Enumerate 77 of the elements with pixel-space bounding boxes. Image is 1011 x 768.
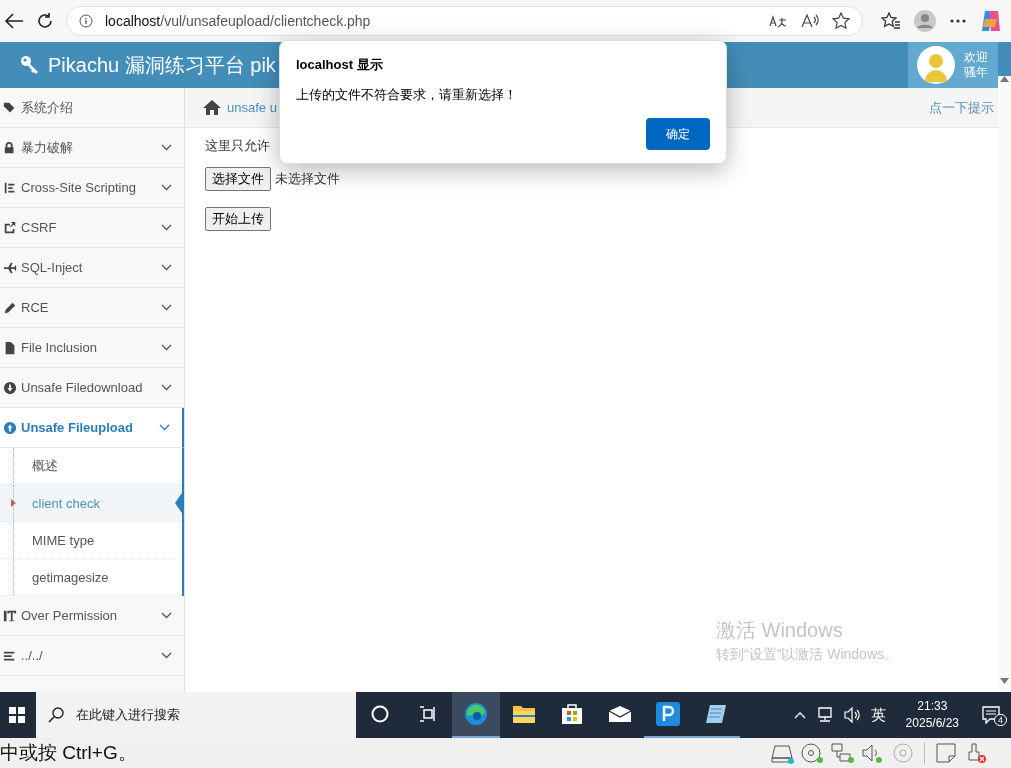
upload-button[interactable]: 开始上传 bbox=[205, 207, 271, 231]
edge-icon bbox=[464, 702, 488, 726]
reload-icon[interactable] bbox=[36, 12, 54, 30]
clock-time: 21:33 bbox=[917, 698, 948, 715]
p-app-icon bbox=[656, 702, 680, 726]
share-icon bbox=[3, 220, 17, 235]
scrollbar[interactable] bbox=[998, 76, 1011, 692]
submenu-item[interactable]: getimagesize bbox=[0, 559, 182, 596]
search-icon bbox=[48, 707, 64, 723]
circle-icon bbox=[371, 705, 389, 723]
sidebar-item[interactable]: 系统介绍 bbox=[0, 88, 184, 128]
cd-icon[interactable] bbox=[800, 742, 826, 764]
chevron-up-icon[interactable] bbox=[793, 711, 806, 719]
more-icon[interactable] bbox=[949, 18, 967, 24]
welcome-text: 欢迎 bbox=[964, 50, 988, 65]
store-icon bbox=[561, 703, 583, 725]
volume-icon[interactable] bbox=[843, 707, 862, 723]
file-status: 未选择文件 bbox=[275, 170, 340, 188]
upload-icon bbox=[3, 420, 17, 435]
sidebar-item[interactable]: SQL-Inject bbox=[0, 248, 184, 288]
edge-taskbar-button[interactable] bbox=[452, 692, 500, 738]
download-icon bbox=[3, 380, 17, 395]
network-adapter-icon[interactable] bbox=[830, 742, 856, 764]
list-icon bbox=[3, 180, 17, 195]
sidebar-item[interactable]: Over Permission bbox=[0, 596, 184, 636]
arrow-marker-icon bbox=[11, 499, 16, 507]
sidebar-item[interactable]: CSRF bbox=[0, 208, 184, 248]
sidebar-item[interactable]: RCE bbox=[0, 288, 184, 328]
clock-date: 2025/6/23 bbox=[905, 715, 959, 732]
key-icon bbox=[20, 55, 40, 75]
welcome-text: 骚年 bbox=[964, 65, 988, 80]
notification-badge: 4 bbox=[994, 714, 1007, 726]
favorites-icon[interactable] bbox=[881, 12, 901, 30]
url-text: localhost/vul/unsafeupload/clientcheck.php bbox=[105, 13, 371, 29]
dialog-title: localhost 显示 bbox=[296, 56, 384, 74]
taskbar-search-field[interactable]: 在此键入进行搜索 bbox=[36, 692, 356, 738]
text-icon bbox=[3, 608, 17, 623]
address-field[interactable]: localhost/vul/unsafeupload/clientcheck.php bbox=[66, 6, 863, 36]
task-view-icon bbox=[419, 706, 437, 722]
file-icon bbox=[3, 340, 17, 355]
translate-icon[interactable] bbox=[768, 13, 788, 29]
activation-title: 激活 Windows bbox=[716, 618, 844, 643]
activation-subtitle: 转到“设置”以激活 Windows。 bbox=[716, 646, 898, 664]
scroll-down-icon[interactable] bbox=[1000, 678, 1009, 684]
sidebar-item[interactable]: 暴力破解 bbox=[0, 128, 184, 168]
windows-start-icon[interactable] bbox=[9, 707, 25, 723]
profile-icon[interactable] bbox=[913, 9, 937, 33]
avatar bbox=[916, 45, 956, 85]
info-icon[interactable] bbox=[79, 14, 93, 28]
copilot-icon[interactable] bbox=[979, 9, 1003, 33]
ok-button[interactable]: 确定 bbox=[646, 118, 710, 150]
choose-file-button[interactable]: 选择文件 bbox=[205, 167, 271, 191]
lock-icon bbox=[3, 140, 17, 155]
read-aloud-icon[interactable] bbox=[800, 13, 820, 29]
scroll-up-icon[interactable] bbox=[1000, 76, 1009, 82]
home-icon[interactable] bbox=[203, 100, 221, 115]
intro-text: 这里只允许 bbox=[205, 137, 270, 155]
sidebar-item[interactable]: ../../ bbox=[0, 636, 184, 676]
mail-icon bbox=[608, 705, 632, 723]
submenu-item[interactable]: MIME type bbox=[0, 522, 182, 559]
back-icon[interactable] bbox=[4, 13, 24, 29]
notification-icon[interactable] bbox=[982, 706, 1000, 724]
sidebar-item[interactable]: File Inclusion bbox=[0, 328, 184, 368]
network-icon[interactable] bbox=[815, 707, 834, 723]
pencil-icon bbox=[3, 300, 17, 315]
sidebar-item[interactable]: Unsafe Fileupload bbox=[0, 408, 184, 448]
dialog-message: 上传的文件不符合要求，请重新选择！ bbox=[296, 86, 518, 104]
notepad-icon bbox=[704, 703, 728, 725]
sidebar-item[interactable]: Cross-Site Scripting bbox=[0, 168, 184, 208]
star-icon[interactable] bbox=[832, 12, 850, 30]
plane-icon bbox=[3, 260, 17, 275]
status-message: 中或按 Ctrl+G。 bbox=[0, 741, 137, 765]
ime-indicator[interactable]: 英 bbox=[870, 705, 886, 725]
tag-icon bbox=[3, 100, 17, 115]
clock[interactable]: 21:33 2025/6/23 bbox=[905, 698, 959, 732]
site-title: Pikachu 漏洞练习平台 pik bbox=[48, 52, 276, 78]
folder-icon bbox=[512, 704, 536, 724]
